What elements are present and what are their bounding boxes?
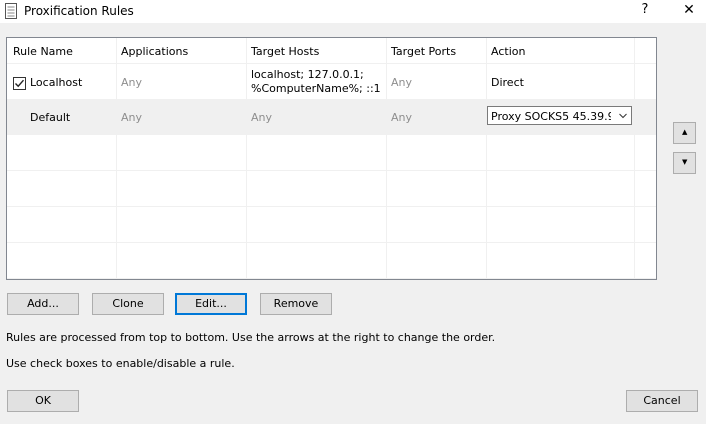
add-button[interactable]: Add... — [7, 293, 79, 315]
column-header-target-hosts[interactable]: Target Hosts — [251, 45, 319, 58]
move-up-button[interactable]: ▲ — [673, 122, 696, 144]
target-ports-localhost: Any — [391, 76, 413, 89]
order-hint-text: Rules are processed from top to bottom. … — [6, 331, 496, 344]
action-select-value: Proxy SOCKS5 45.39.93. — [491, 110, 611, 123]
arrow-down-icon: ▼ — [682, 158, 688, 166]
rule-name-localhost[interactable]: Localhost — [30, 76, 82, 89]
grid-line — [7, 278, 656, 279]
target-hosts-default: Any — [251, 111, 273, 124]
move-down-button[interactable]: ▼ — [673, 152, 696, 174]
target-hosts-localhost-line2: %ComputerName%; ::1 — [251, 82, 381, 95]
close-button[interactable]: ✕ — [680, 2, 698, 20]
arrow-up-icon: ▲ — [682, 128, 688, 136]
grid-line — [7, 99, 656, 100]
rule-name-default[interactable]: Default — [30, 111, 70, 124]
applications-default: Any — [121, 111, 143, 124]
rules-list[interactable]: Rule Name Applications Target Hosts Targ… — [6, 37, 657, 280]
grid-line — [7, 206, 656, 207]
cancel-button[interactable]: Cancel — [626, 390, 698, 412]
grid-line — [7, 134, 656, 135]
target-ports-default: Any — [391, 111, 413, 124]
localhost-enable-checkbox[interactable] — [13, 77, 26, 90]
column-header-applications[interactable]: Applications — [121, 45, 188, 58]
rules-document-icon — [5, 3, 17, 19]
grid-line — [7, 63, 656, 64]
ok-button[interactable]: OK — [7, 390, 79, 412]
remove-button[interactable]: Remove — [260, 293, 332, 315]
title-bar: Proxification Rules ? ✕ — [0, 0, 706, 23]
window-title: Proxification Rules — [24, 4, 134, 18]
grid-line — [7, 170, 656, 171]
clone-button[interactable]: Clone — [92, 293, 164, 315]
column-header-target-ports[interactable]: Target Ports — [391, 45, 456, 58]
chevron-down-icon — [619, 113, 627, 119]
help-button[interactable]: ? — [636, 2, 654, 20]
action-select-default[interactable]: Proxy SOCKS5 45.39.93. — [487, 106, 632, 125]
grid-line — [7, 242, 656, 243]
action-localhost[interactable]: Direct — [491, 76, 524, 89]
column-header-action[interactable]: Action — [491, 45, 525, 58]
edit-button[interactable]: Edit... — [175, 293, 247, 315]
applications-localhost: Any — [121, 76, 143, 89]
checkmark-icon — [15, 79, 25, 88]
column-header-rule-name[interactable]: Rule Name — [13, 45, 73, 58]
target-hosts-localhost-line1: localhost; 127.0.0.1; — [251, 68, 364, 81]
checkbox-hint-text: Use check boxes to enable/disable a rule… — [6, 357, 235, 370]
